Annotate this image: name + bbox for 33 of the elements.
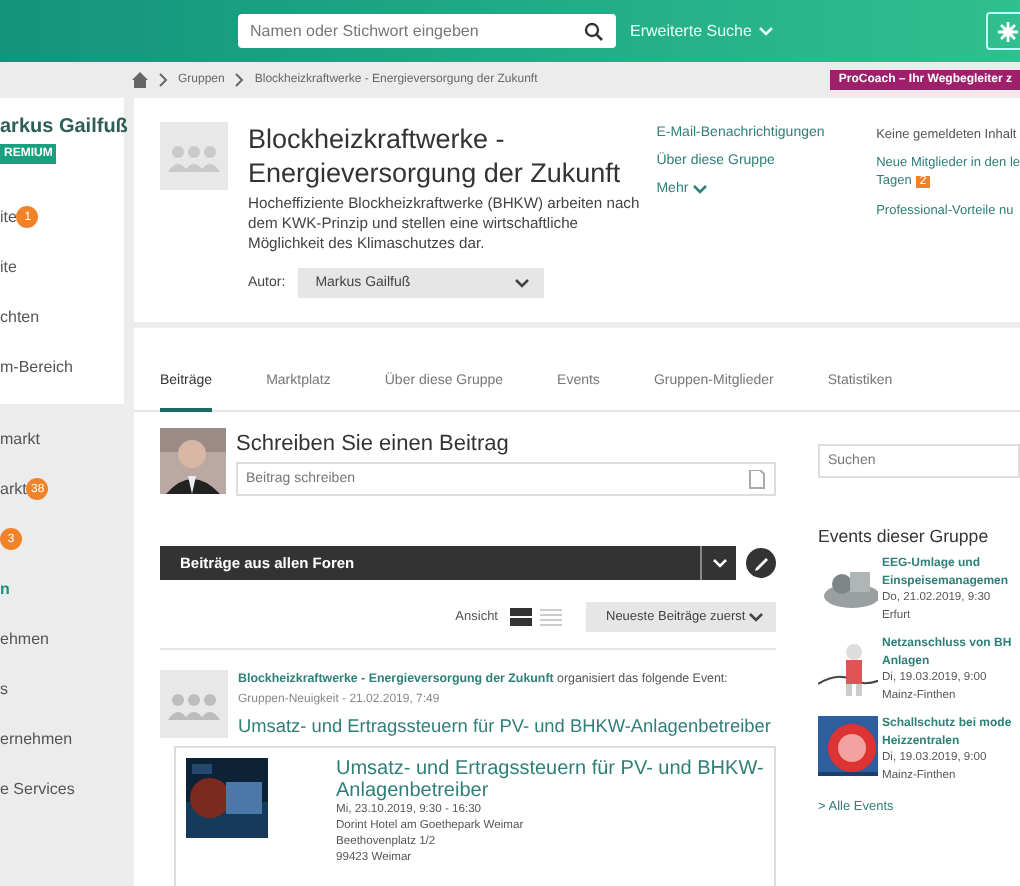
sidebar-item[interactable]: markt bbox=[0, 414, 124, 464]
sidebar-item[interactable]: chten bbox=[0, 292, 124, 342]
home-icon bbox=[132, 72, 148, 88]
tiles-icon bbox=[510, 608, 532, 626]
chevron-icon bbox=[711, 556, 727, 570]
sidebar-item[interactable]: e Services bbox=[0, 764, 124, 814]
list-icon bbox=[540, 608, 562, 626]
post-title[interactable]: Umsatz- und Ertragssteuern für PV- und BHKW-Anlagenbetreiber bbox=[238, 716, 776, 736]
edit-button[interactable] bbox=[746, 548, 776, 578]
user-name[interactable]: arkus Gailfuß bbox=[0, 116, 124, 138]
section-heading: Events dieser Gruppe bbox=[818, 526, 991, 546]
chevron-icon bbox=[158, 72, 168, 88]
advanced-search-link[interactable]: Erweiterte Suche bbox=[630, 22, 774, 40]
chevron-icon bbox=[234, 72, 245, 88]
sidebar-item[interactable]: ehmen bbox=[0, 614, 124, 664]
sidebar-item[interactable]: ernehmen bbox=[0, 714, 124, 764]
pencil-icon bbox=[753, 554, 769, 572]
view-toggle[interactable] bbox=[510, 608, 532, 626]
composer-heading: Schreiben Sie einen Beitrag bbox=[236, 432, 511, 456]
chevron-icon bbox=[748, 610, 764, 624]
search-field[interactable]: Namen oder Stichwort eingeben bbox=[238, 14, 616, 48]
sidebar-item[interactable]: m-Bereich bbox=[0, 342, 124, 392]
event-title[interactable]: Umsatz- und Ertragssteuern für PV- und BHKW-Anlagenbetreiber bbox=[336, 758, 764, 802]
sidebar-item[interactable]: n bbox=[0, 564, 124, 614]
chevron-icon bbox=[757, 24, 774, 38]
view-toggle[interactable] bbox=[540, 608, 562, 626]
document-icon bbox=[748, 469, 766, 489]
sidebar-item[interactable]: ite bbox=[0, 242, 124, 292]
search-icon bbox=[584, 21, 604, 41]
sidebar-item[interactable]: s bbox=[0, 664, 124, 714]
settings-icon bbox=[997, 21, 1017, 41]
chevron-icon bbox=[513, 276, 530, 290]
group-title: Blockheizkraftwerke - Energieversorgung der Zukunft bbox=[248, 122, 623, 190]
